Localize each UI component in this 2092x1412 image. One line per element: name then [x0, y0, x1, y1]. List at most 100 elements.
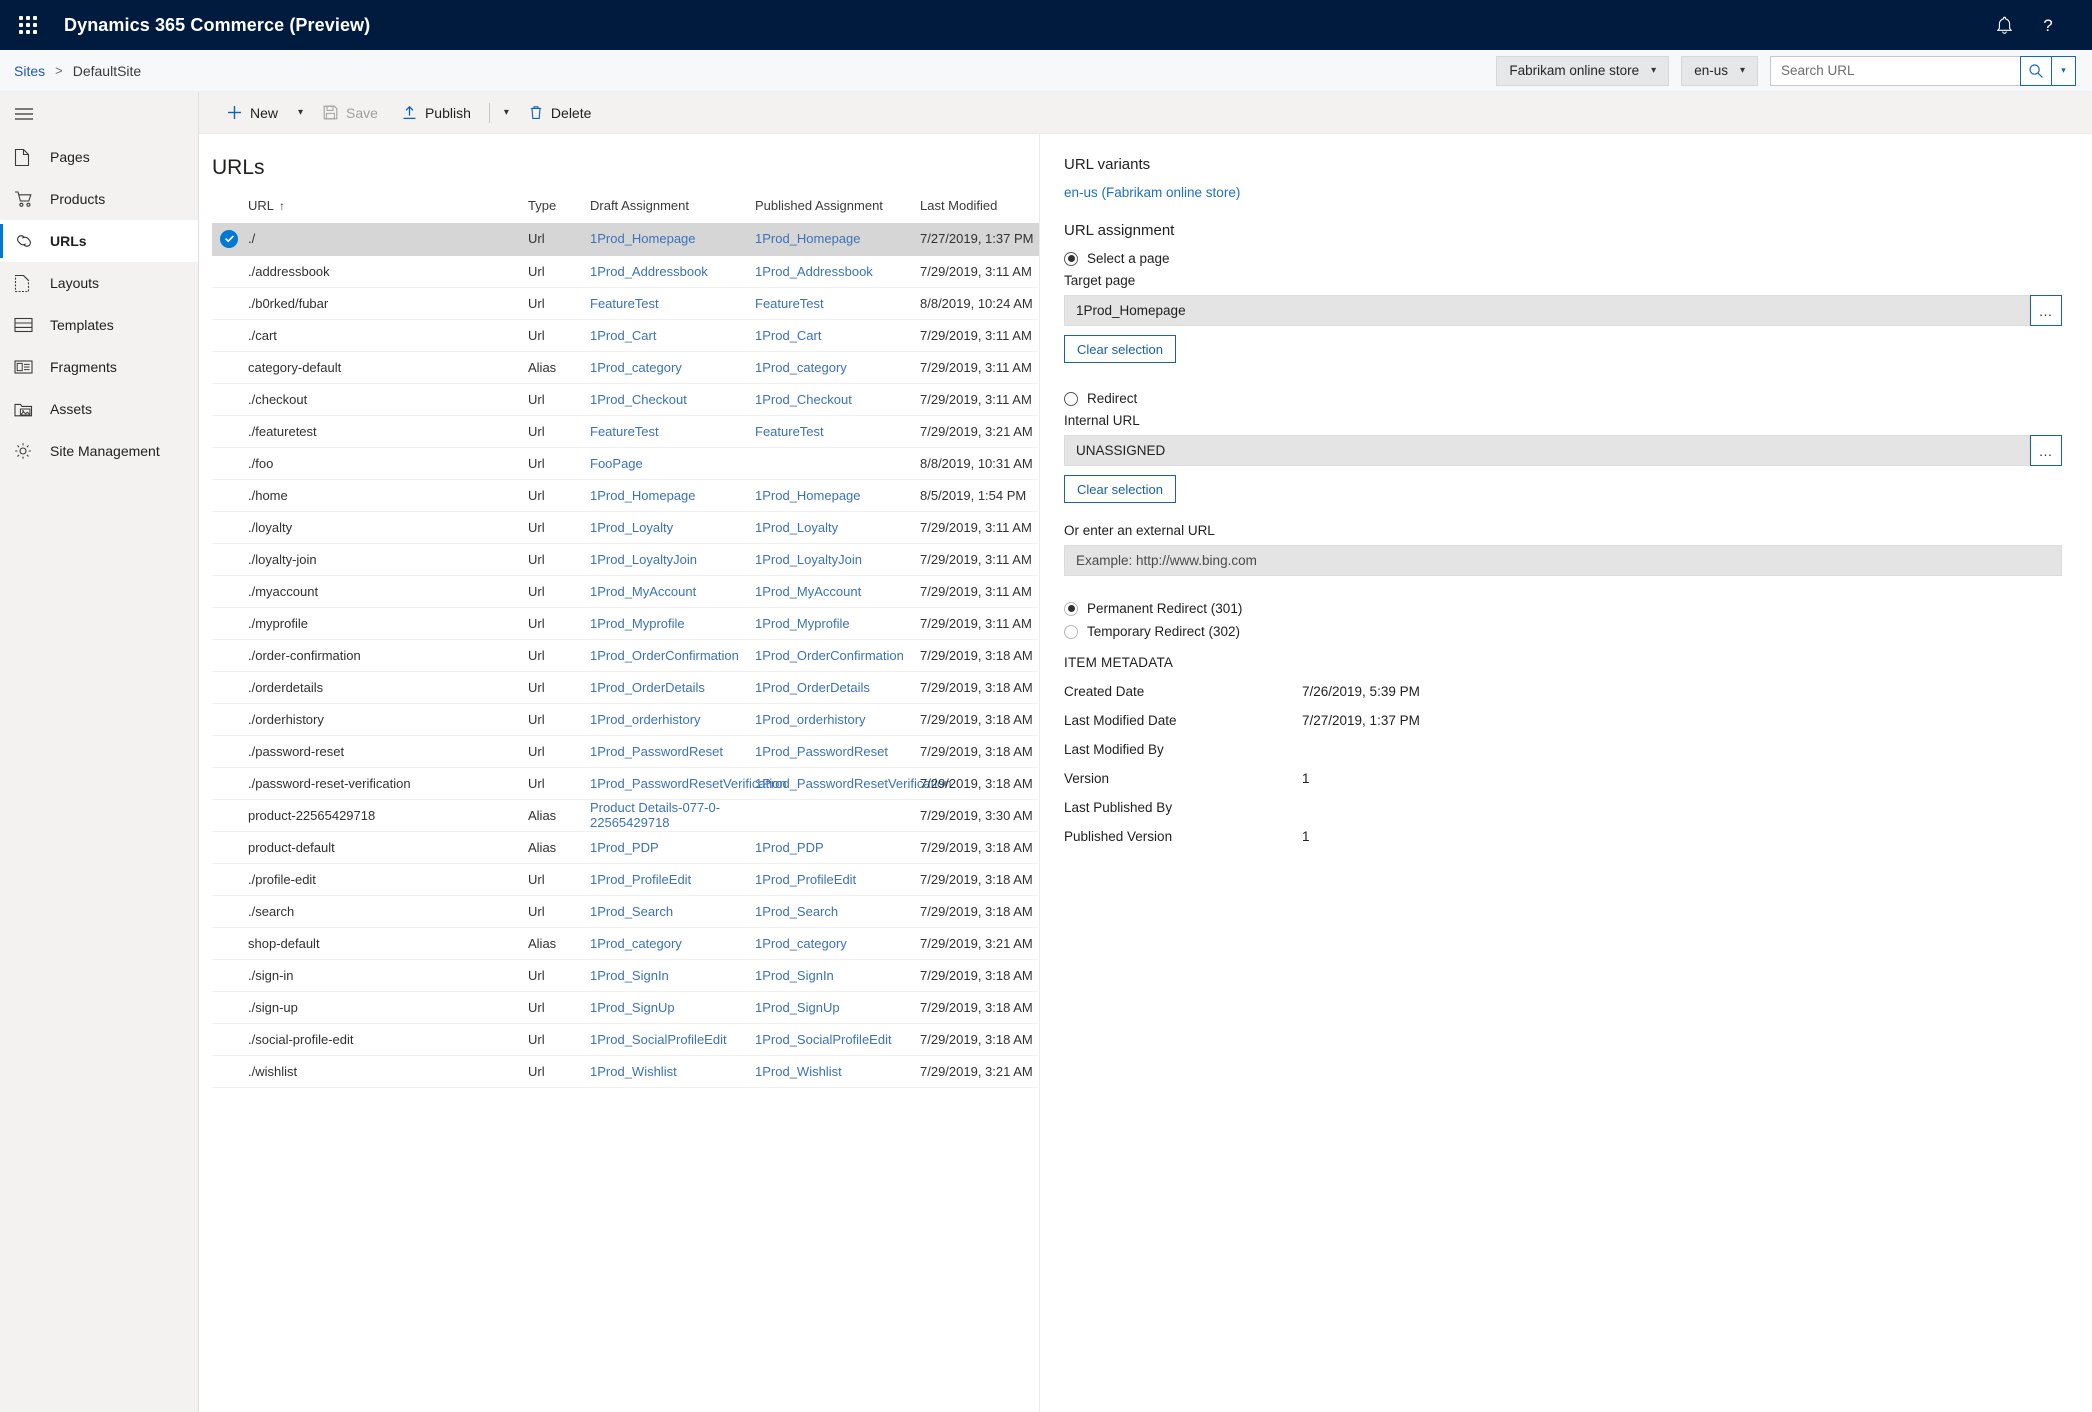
row-select-checkbox[interactable]	[212, 767, 248, 800]
column-header-type[interactable]: Type	[528, 188, 590, 223]
cell-published-assignment[interactable]: 1Prod_LoyaltyJoin	[755, 543, 920, 576]
cell-published-assignment[interactable]: 1Prod_category	[755, 927, 920, 960]
row-select-checkbox[interactable]	[212, 799, 248, 832]
cell-draft-assignment[interactable]: 1Prod_OrderConfirmation	[590, 639, 755, 672]
row-select-checkbox[interactable]	[212, 447, 248, 480]
row-select-checkbox[interactable]	[212, 831, 248, 864]
cell-draft-assignment[interactable]: 1Prod_Homepage	[590, 223, 755, 256]
cell-draft-assignment-link[interactable]: 1Prod_category	[590, 360, 682, 375]
row-select-checkbox[interactable]	[212, 671, 248, 704]
cell-published-assignment-link[interactable]: 1Prod_Loyalty	[755, 520, 838, 535]
table-row[interactable]: ./Url 1Prod_Homepage 1Prod_Homepage 7/27/20…	[212, 223, 1039, 256]
cell-draft-assignment[interactable]: 1Prod_orderhistory	[590, 703, 755, 736]
cell-draft-assignment-link[interactable]: 1Prod_ProfileEdit	[590, 872, 691, 887]
cell-published-assignment-link[interactable]: 1Prod_MyAccount	[755, 584, 861, 599]
cell-draft-assignment[interactable]: 1Prod_Myprofile	[590, 607, 755, 640]
table-row[interactable]: shop-default Alias 1Prod_category 1Prod_cat…	[212, 927, 1039, 960]
row-select-checkbox[interactable]	[212, 639, 248, 672]
search-input[interactable]	[1770, 55, 2020, 86]
table-row[interactable]: ./loyalty Url 1Prod_Loyalty 1Prod_Loyalty 7/…	[212, 511, 1039, 544]
row-select-checkbox[interactable]	[212, 607, 248, 640]
save-button[interactable]: Save	[311, 96, 390, 130]
cell-draft-assignment-link[interactable]: 1Prod_category	[590, 936, 682, 951]
sidebar-item-layouts[interactable]: Layouts	[0, 262, 198, 304]
table-row[interactable]: product-default Alias 1Prod_PDP 1Prod_PDP 7/…	[212, 831, 1039, 864]
cell-published-assignment[interactable]: 1Prod_Search	[755, 895, 920, 928]
cell-published-assignment-link[interactable]: 1Prod_SignIn	[755, 968, 834, 983]
cell-draft-assignment-link[interactable]: 1Prod_Loyalty	[590, 520, 673, 535]
cell-draft-assignment[interactable]: 1Prod_SocialProfileEdit	[590, 1023, 755, 1056]
cell-draft-assignment[interactable]: FeatureTest	[590, 415, 755, 448]
search-icon[interactable]	[2020, 55, 2052, 86]
cell-draft-assignment-link[interactable]: 1Prod_SocialProfileEdit	[590, 1032, 727, 1047]
cell-draft-assignment-link[interactable]: 1Prod_LoyaltyJoin	[590, 552, 697, 567]
cell-draft-assignment-link[interactable]: 1Prod_Addressbook	[590, 264, 708, 279]
cell-draft-assignment[interactable]: 1Prod_OrderDetails	[590, 671, 755, 704]
cell-published-assignment-link[interactable]: 1Prod_Homepage	[755, 488, 861, 503]
cell-published-assignment-link[interactable]: 1Prod_Checkout	[755, 392, 852, 407]
table-row[interactable]: ./profile-edit Url 1Prod_ProfileEdit 1Prod_…	[212, 863, 1039, 896]
cell-draft-assignment-link[interactable]: Product Details-077-0-22565429718	[590, 800, 720, 830]
row-select-checkbox[interactable]	[212, 1055, 248, 1088]
publish-button[interactable]: Publish	[390, 96, 483, 130]
cell-published-assignment[interactable]	[755, 447, 920, 480]
app-launcher-icon[interactable]	[14, 11, 42, 39]
table-row[interactable]: ./checkout Url 1Prod_Checkout 1Prod_Checkou…	[212, 383, 1039, 416]
table-row[interactable]: ./password-reset-verification Url 1Prod_Pa…	[212, 767, 1039, 800]
cell-published-assignment-link[interactable]: 1Prod_OrderConfirmation	[755, 648, 904, 663]
external-url-input[interactable]: Example: http://www.bing.com	[1064, 545, 2062, 576]
cell-published-assignment[interactable]: FeatureTest	[755, 287, 920, 320]
help-question-icon[interactable]: ?	[2026, 0, 2070, 50]
cell-published-assignment[interactable]: 1Prod_Myprofile	[755, 607, 920, 640]
cell-published-assignment[interactable]: 1Prod_Addressbook	[755, 255, 920, 288]
cell-draft-assignment[interactable]: 1Prod_PasswordReset	[590, 735, 755, 768]
row-select-checkbox[interactable]	[212, 895, 248, 928]
cell-published-assignment[interactable]: 1Prod_SignIn	[755, 959, 920, 992]
select-all-header[interactable]	[212, 188, 248, 223]
table-row[interactable]: ./myprofile Url 1Prod_Myprofile 1Prod_Mypro…	[212, 607, 1039, 640]
table-row[interactable]: ./b0rked/fubar Url FeatureTest FeatureTest 8…	[212, 287, 1039, 320]
table-row[interactable]: ./order-confirmation Url 1Prod_OrderConfir…	[212, 639, 1039, 672]
sidebar-item-products[interactable]: Products	[0, 178, 198, 220]
cell-draft-assignment[interactable]: 1Prod_Homepage	[590, 479, 755, 512]
table-row[interactable]: ./wishlist Url 1Prod_Wishlist 1Prod_Wishlis…	[212, 1055, 1039, 1088]
cell-draft-assignment-link[interactable]: 1Prod_SignUp	[590, 1000, 675, 1015]
sidebar-item-site-management[interactable]: Site Management	[0, 430, 198, 472]
cell-draft-assignment-link[interactable]: 1Prod_PasswordReset	[590, 744, 723, 759]
table-row[interactable]: ./loyalty-join Url 1Prod_LoyaltyJoin 1Prod_…	[212, 543, 1039, 576]
url-variant-link[interactable]: en-us (Fabrikam online store)	[1064, 185, 2062, 200]
cell-draft-assignment-link[interactable]: FooPage	[590, 456, 643, 471]
cell-draft-assignment-link[interactable]: 1Prod_Cart	[590, 328, 656, 343]
cell-draft-assignment-link[interactable]: 1Prod_Checkout	[590, 392, 687, 407]
row-select-checkbox[interactable]	[212, 479, 248, 512]
sidebar-item-pages[interactable]: Pages	[0, 136, 198, 178]
cell-published-assignment[interactable]: 1Prod_OrderConfirmation	[755, 639, 920, 672]
table-row[interactable]: category-default Alias 1Prod_category 1Prod…	[212, 351, 1039, 384]
redirect-radio[interactable]: Redirect	[1064, 391, 2062, 406]
cell-draft-assignment[interactable]: 1Prod_ProfileEdit	[590, 863, 755, 896]
select-a-page-radio[interactable]: Select a page	[1064, 251, 2062, 266]
cell-draft-assignment-link[interactable]: 1Prod_Search	[590, 904, 673, 919]
table-row[interactable]: ./foo Url FooPage 8/8/2019, 10:31 AM	[212, 447, 1039, 480]
cell-published-assignment-link[interactable]: 1Prod_SocialProfileEdit	[755, 1032, 892, 1047]
cell-published-assignment[interactable]: 1Prod_Homepage	[755, 223, 920, 256]
table-row[interactable]: ./search Url 1Prod_Search 1Prod_Search 7/29/…	[212, 895, 1039, 928]
cell-published-assignment[interactable]: 1Prod_category	[755, 351, 920, 384]
row-select-checkbox[interactable]	[212, 863, 248, 896]
table-row[interactable]: ./myaccount Url 1Prod_MyAccount 1Prod_MyAcc…	[212, 575, 1039, 608]
cell-published-assignment[interactable]: 1Prod_SignUp	[755, 991, 920, 1024]
cell-published-assignment-link[interactable]: 1Prod_Homepage	[755, 231, 861, 246]
sidebar-item-assets[interactable]: Assets	[0, 388, 198, 430]
cell-draft-assignment[interactable]: 1Prod_Search	[590, 895, 755, 928]
table-row[interactable]: ./addressbook Url 1Prod_Addressbook 1Prod_A…	[212, 255, 1039, 288]
permanent-redirect-radio[interactable]: Permanent Redirect (301)	[1064, 601, 2062, 616]
locale-selector[interactable]: en-us ▾	[1681, 55, 1758, 86]
cell-published-assignment-link[interactable]: 1Prod_Myprofile	[755, 616, 850, 631]
column-header-url[interactable]: URL ↑	[248, 188, 528, 223]
cell-draft-assignment-link[interactable]: 1Prod_Myprofile	[590, 616, 685, 631]
row-select-checkbox[interactable]	[212, 1023, 248, 1056]
bell-icon[interactable]	[1982, 0, 2026, 50]
cell-published-assignment[interactable]: 1Prod_Wishlist	[755, 1055, 920, 1088]
new-button[interactable]: New	[215, 96, 290, 130]
cell-draft-assignment-link[interactable]: 1Prod_Homepage	[590, 231, 696, 246]
